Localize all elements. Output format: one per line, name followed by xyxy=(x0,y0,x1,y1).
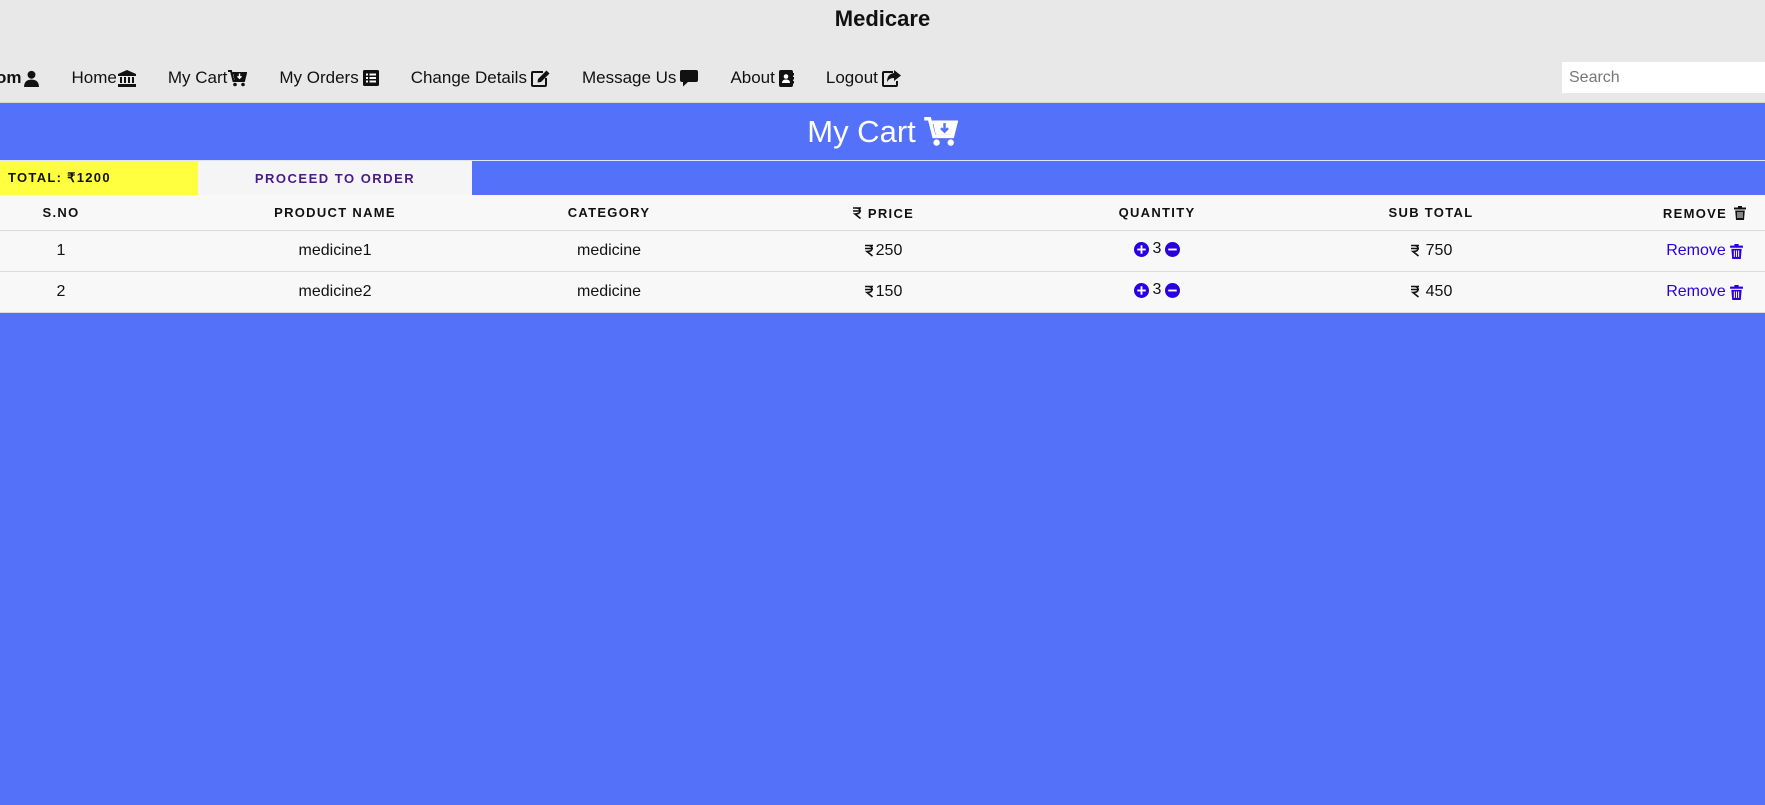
nav-item-my-cart[interactable]: My Cart xyxy=(168,68,248,88)
table-row: 1 medicine1 medicine 250 3 750 Remove xyxy=(0,230,1765,272)
main-nav: om Home My Cart My Orders Change Details… xyxy=(0,64,933,92)
decrease-quantity-button[interactable] xyxy=(1165,282,1181,298)
address-book-icon xyxy=(778,69,794,87)
cell-category: medicine xyxy=(548,230,670,272)
minus-circle-icon xyxy=(1165,282,1181,298)
comment-icon xyxy=(680,69,699,86)
nav-item-label: Logout xyxy=(825,68,878,87)
nav-item-label: om xyxy=(0,68,22,87)
nav-item-message-us[interactable]: Message Us xyxy=(581,68,699,88)
page-title: My Cart xyxy=(807,113,916,149)
cart-icon xyxy=(228,69,248,86)
header-price: PRICE xyxy=(670,195,1096,231)
header-subtotal: SUB TOTAL xyxy=(1218,195,1644,231)
plus-circle-icon xyxy=(1133,241,1149,257)
cell-category: medicine xyxy=(548,271,670,313)
cell-quantity: 3 xyxy=(1096,230,1218,272)
user-icon xyxy=(23,70,39,87)
trash-icon xyxy=(1729,284,1743,300)
list-icon xyxy=(362,70,379,86)
remove-label: Remove xyxy=(1666,283,1726,300)
plus-circle-icon xyxy=(1133,282,1149,298)
decrease-quantity-button[interactable] xyxy=(1165,241,1181,257)
remove-item-link[interactable]: Remove xyxy=(1666,242,1743,260)
bank-icon xyxy=(117,69,136,87)
nav-item-label: My Cart xyxy=(167,68,228,87)
cell-price: 250 xyxy=(670,230,1096,272)
header-remove-label: REMOVE xyxy=(1662,205,1728,221)
nav-item-user[interactable]: om xyxy=(0,68,40,88)
cell-subtotal-value: 750 xyxy=(1425,241,1453,259)
cell-subtotal-value: 450 xyxy=(1425,282,1453,300)
cart-total: TOTAL: ₹1200 xyxy=(0,161,198,195)
nav-item-home[interactable]: Home xyxy=(72,68,136,88)
trash-icon xyxy=(1729,243,1743,259)
nav-item-about[interactable]: About xyxy=(730,68,794,88)
cell-price-value: 250 xyxy=(875,241,903,259)
nav-item-label: Message Us xyxy=(581,68,677,87)
rupee-icon xyxy=(864,245,873,257)
cart-title-bar: My Cart xyxy=(0,103,1765,161)
header-sno: S.NO xyxy=(0,195,122,231)
nav-item-label: Change Details xyxy=(410,68,527,87)
increase-quantity-button[interactable] xyxy=(1133,241,1149,257)
rupee-icon xyxy=(852,207,861,220)
nav-item-label: About xyxy=(730,68,775,87)
cell-remove: Remove xyxy=(1644,271,1765,313)
rupee-icon xyxy=(864,286,873,298)
increase-quantity-button[interactable] xyxy=(1133,282,1149,298)
nav-item-logout[interactable]: Logout xyxy=(826,68,901,88)
cart-icon xyxy=(923,116,958,146)
top-header: Medicare om Home My Cart My Orders Chang… xyxy=(0,0,1765,103)
cart-table: S.NO PRODUCT NAME CATEGORY PRICE QUANTIT… xyxy=(0,195,1765,313)
nav-item-change-details[interactable]: Change Details xyxy=(411,68,550,88)
nav-item-label: Home xyxy=(71,68,117,87)
cell-quantity: 3 xyxy=(1096,271,1218,313)
quantity-value: 3 xyxy=(1152,281,1162,299)
minus-circle-icon xyxy=(1165,241,1181,257)
cart-action-row: TOTAL: ₹1200 PROCEED TO ORDER xyxy=(0,161,1765,195)
cell-price-value: 150 xyxy=(875,282,903,300)
header-quantity: QUANTITY xyxy=(1096,195,1218,231)
share-icon xyxy=(881,69,901,87)
table-row: 2 medicine2 medicine 150 3 450 Remove xyxy=(0,271,1765,313)
cell-sno: 1 xyxy=(0,230,122,272)
search-input[interactable] xyxy=(1562,62,1765,93)
site-title: Medicare xyxy=(834,6,931,31)
remove-label: Remove xyxy=(1666,242,1726,259)
header-category: CATEGORY xyxy=(548,195,670,231)
table-header-row: S.NO PRODUCT NAME CATEGORY PRICE QUANTIT… xyxy=(0,195,1765,231)
cell-subtotal: 450 xyxy=(1218,271,1644,313)
remove-item-link[interactable]: Remove xyxy=(1666,283,1743,301)
rupee-icon xyxy=(1410,286,1419,298)
cell-price: 150 xyxy=(670,271,1096,313)
nav-item-my-orders[interactable]: My Orders xyxy=(279,68,379,88)
cell-product-name: medicine1 xyxy=(122,230,548,272)
cell-remove: Remove xyxy=(1644,230,1765,272)
header-product-name: PRODUCT NAME xyxy=(122,195,548,231)
edit-icon xyxy=(530,70,550,87)
header-remove: REMOVE xyxy=(1644,195,1765,231)
header-price-label: PRICE xyxy=(867,205,915,221)
quantity-value: 3 xyxy=(1152,240,1162,258)
trash-icon xyxy=(1734,206,1747,221)
proceed-to-order-button[interactable]: PROCEED TO ORDER xyxy=(198,161,472,195)
cell-sno: 2 xyxy=(0,271,122,313)
rupee-icon xyxy=(1410,245,1419,257)
cell-subtotal: 750 xyxy=(1218,230,1644,272)
cell-product-name: medicine2 xyxy=(122,271,548,313)
nav-item-label: My Orders xyxy=(279,68,359,87)
